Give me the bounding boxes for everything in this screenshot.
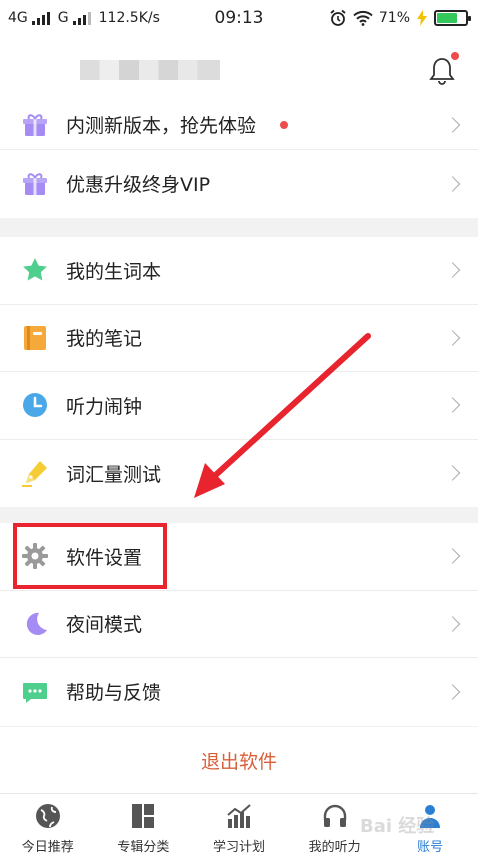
charging-icon [417,10,427,26]
pen-icon [20,458,50,488]
chevron-right-icon [444,548,461,565]
chevron-right-icon [444,262,461,279]
notification-bell-icon[interactable] [428,56,456,86]
menu-item-vocab-book[interactable]: 我的生词本 [0,237,478,305]
chevron-right-icon [444,175,461,192]
menu-item-vocab-test[interactable]: 词汇量测试 [0,440,478,508]
tab-label-albums: 专辑分类 [117,840,170,855]
menu-item-alarm[interactable]: 听力闹钟 [0,372,478,440]
network-label-1: 4G [8,10,28,26]
signal-icon-2 [72,11,91,25]
menu-item-beta[interactable]: 内测新版本，抢先体验 [0,100,478,150]
chevron-right-icon [444,465,461,482]
chevron-right-icon [444,615,461,632]
chevron-right-icon [444,397,461,414]
gift-icon [20,169,50,199]
signal-info: 4G G 112.5K/s [8,10,160,26]
menu-group-vip: 内测新版本，抢先体验 优惠升级终身VIP [0,100,478,218]
menu-label-beta: 内测新版本，抢先体验 [66,115,257,137]
menu-item-vip[interactable]: 优惠升级终身VIP [0,150,478,218]
tab-account[interactable]: 账号 [382,794,478,860]
clock-icon [20,390,50,420]
menu-label-night-mode: 夜间模式 [66,614,143,637]
battery-fill [437,13,457,23]
menu-label-notes: 我的笔记 [66,328,143,351]
battery-percent: 71% [378,10,410,26]
new-badge-dot [280,120,288,129]
signal-icon [31,11,50,25]
tab-label-study-plan: 学习计划 [212,840,265,855]
battery-icon [434,10,471,26]
grid-icon [129,802,157,830]
chevron-right-icon [444,683,461,700]
network-label-2: G [57,10,69,26]
tab-label-account: 账号 [417,840,444,855]
menu-label-vip: 优惠升级终身VIP [66,174,211,197]
chart-icon [225,802,253,830]
wifi-icon [353,10,373,26]
tab-label-my-listening: 我的听力 [308,840,361,855]
network-speed: 112.5K/s [98,10,160,26]
menu-label-help: 帮助与反馈 [66,682,162,705]
account-header [0,36,478,106]
globe-icon [34,802,62,830]
account-icon [416,802,444,830]
tab-label-today: 今日推荐 [21,840,74,855]
notification-dot [451,52,459,60]
menu-label-vocab-test: 词汇量测试 [66,463,162,486]
tab-study-plan[interactable]: 学习计划 [191,794,287,860]
logout-button[interactable]: 退出软件 [0,727,478,793]
menu-item-night-mode[interactable]: 夜间模式 [0,591,478,658]
tab-my-listening[interactable]: 我的听力 [287,794,383,860]
menu-label-alarm: 听力闹钟 [66,395,143,418]
tab-today[interactable]: 今日推荐 [0,794,96,860]
star-icon [20,255,50,285]
headphones-icon [321,802,349,830]
status-icons: 71% [329,9,471,27]
menu-label-vocab-book: 我的生词本 [66,260,162,283]
bottom-tab-bar: 今日推荐 专辑分类 学习计划 我的听力 账号 [0,793,478,860]
menu-item-help[interactable]: 帮助与反馈 [0,658,478,726]
alarm-icon [330,9,346,26]
moon-icon [20,609,50,639]
chat-icon [20,677,50,707]
username-blurred [80,60,220,80]
menu-item-notes[interactable]: 我的笔记 [0,305,478,372]
chevron-right-icon [444,329,461,346]
gift-icon [20,110,50,140]
tab-albums[interactable]: 专辑分类 [96,794,192,860]
menu-group-study: 我的生词本 我的笔记 听力闹钟 词汇量测试 [0,237,478,507]
status-bar: 4G G 112.5K/s 09:13 71% [0,0,478,36]
highlight-box [13,523,167,589]
chevron-right-icon [444,116,461,133]
notebook-icon [20,323,50,353]
